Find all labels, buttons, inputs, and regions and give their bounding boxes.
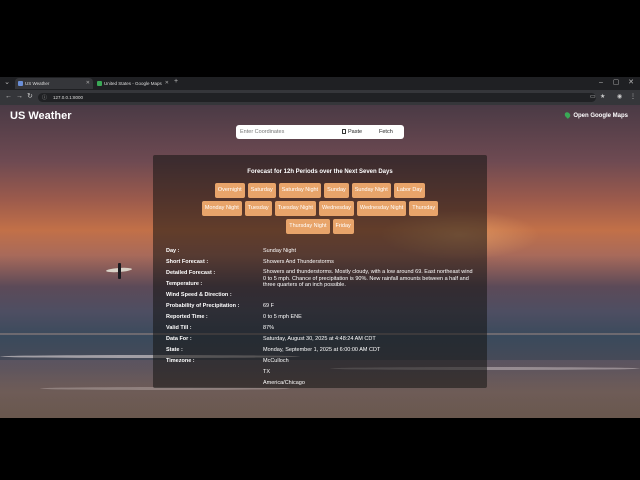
valid-till-value: Monday, September 1, 2025 at 6:00:00 AM … [263,347,381,353]
site-info-icon[interactable]: ⓘ [42,94,47,101]
url-text: 127.0.0.1:8000 [53,95,84,100]
data-for-label: Data For : [166,336,192,342]
cast-icon[interactable]: ▭ [590,93,596,102]
forecast-panel: Forecast for 12h Periods over the Next S… [153,155,487,388]
period-chip[interactable]: Labor Day [393,183,426,198]
clipboard-icon [342,129,346,134]
favicon-icon [18,81,23,86]
period-row: Overnight Saturday Saturday Night Sunday… [153,183,487,198]
reported-time-value: Saturday, August 30, 2025 at 4:48:24 AM … [263,336,376,342]
period-chip[interactable]: Friday [332,219,354,234]
map-pin-icon [563,111,572,119]
timezone-value: America/Chicago [263,380,305,386]
wind-value: 0 to 5 mph ENE [263,314,302,320]
bookmark-star-icon[interactable]: ★ [600,93,605,102]
coordinates-search-bar: Paste Fetch [236,125,404,139]
day-value: Sunday Night [263,248,297,254]
day-label: Day : [166,248,180,254]
period-chip[interactable]: Wednesday Night [356,201,407,216]
paste-label: Paste [348,129,363,135]
valid-till-label: Valid Till : [166,325,192,331]
tab-title: United States - Google Maps [104,81,162,86]
period-row: Thursday Night Friday [153,219,487,234]
tab-search-icon[interactable]: ⌄ [3,79,11,87]
temperature-value: 69 F [263,303,275,309]
favicon-icon [97,81,102,86]
data-for-value: McCulloch [263,358,289,364]
tab-google-maps[interactable]: United States - Google Maps ✕ [94,78,172,89]
close-tab-icon[interactable]: ✕ [165,78,169,89]
precipitation-value: 87% [263,325,275,331]
reported-time-label: Reported Time : [166,314,208,320]
profile-icon[interactable]: ◉ [617,93,622,102]
close-window-icon[interactable]: ✕ [627,79,635,87]
period-chip[interactable]: Tuesday [244,201,272,216]
coordinates-input[interactable] [240,125,338,139]
tab-us-weather[interactable]: US Weather ✕ [15,78,93,89]
screen: ⌄ US Weather ✕ United States - Google Ma… [0,0,640,480]
fetch-button[interactable]: Fetch [379,125,393,139]
temperature-label: Temperature : [166,281,203,287]
period-chip[interactable]: Saturday [247,183,276,198]
state-label: State : [166,347,183,353]
app-title: US Weather [10,110,72,122]
maximize-icon[interactable]: ▢ [612,79,620,87]
period-chip[interactable]: Monday Night [201,201,242,216]
forward-icon[interactable]: → [16,93,23,101]
short-forecast-value: Showers And Thunderstorms [263,259,334,265]
period-chip[interactable]: Saturday Night [278,183,322,198]
paste-button[interactable]: Paste [342,125,362,139]
surfer [118,263,121,279]
detailed-forecast-value: Showers and thunderstorms. Mostly cloudy… [263,269,473,289]
state-value: TX [263,369,271,375]
period-chip[interactable]: Sunday [324,183,349,198]
minimize-icon[interactable]: – [597,79,605,87]
period-chip[interactable]: Tuesday Night [274,201,316,216]
period-chip[interactable]: Overnight [214,183,245,198]
short-forecast-label: Short Forecast : [166,259,209,265]
new-tab-icon[interactable]: + [174,78,178,85]
open-google-maps-link[interactable]: Open Google Maps [563,111,628,119]
forecast-heading: Forecast for 12h Periods over the Next S… [247,169,393,175]
period-chip[interactable]: Wednesday [318,201,354,216]
timezone-label: Timezone : [166,358,195,364]
period-chip[interactable]: Thursday Night [286,219,330,234]
period-chips: Overnight Saturday Saturday Night Sunday… [153,183,487,237]
period-chip[interactable]: Thursday [409,201,439,216]
period-chip[interactable]: Sunday Night [351,183,391,198]
google-maps-link-label: Open Google Maps [573,113,628,119]
address-bar[interactable]: ⓘ 127.0.0.1:8000 [38,93,596,102]
period-row: Monday Night Tuesday Tuesday Night Wedne… [153,201,487,216]
precipitation-label: Probability of Precipitation : [166,303,240,309]
back-icon[interactable]: ← [5,93,12,101]
tab-title: US Weather [25,81,50,86]
close-tab-icon[interactable]: ✕ [86,78,90,89]
wind-label: Wind Speed & Direction : [166,292,232,298]
menu-icon[interactable]: ⋮ [630,93,636,102]
reload-icon[interactable]: ↻ [27,93,33,101]
detailed-forecast-label: Detailed Forecast : [166,270,216,276]
